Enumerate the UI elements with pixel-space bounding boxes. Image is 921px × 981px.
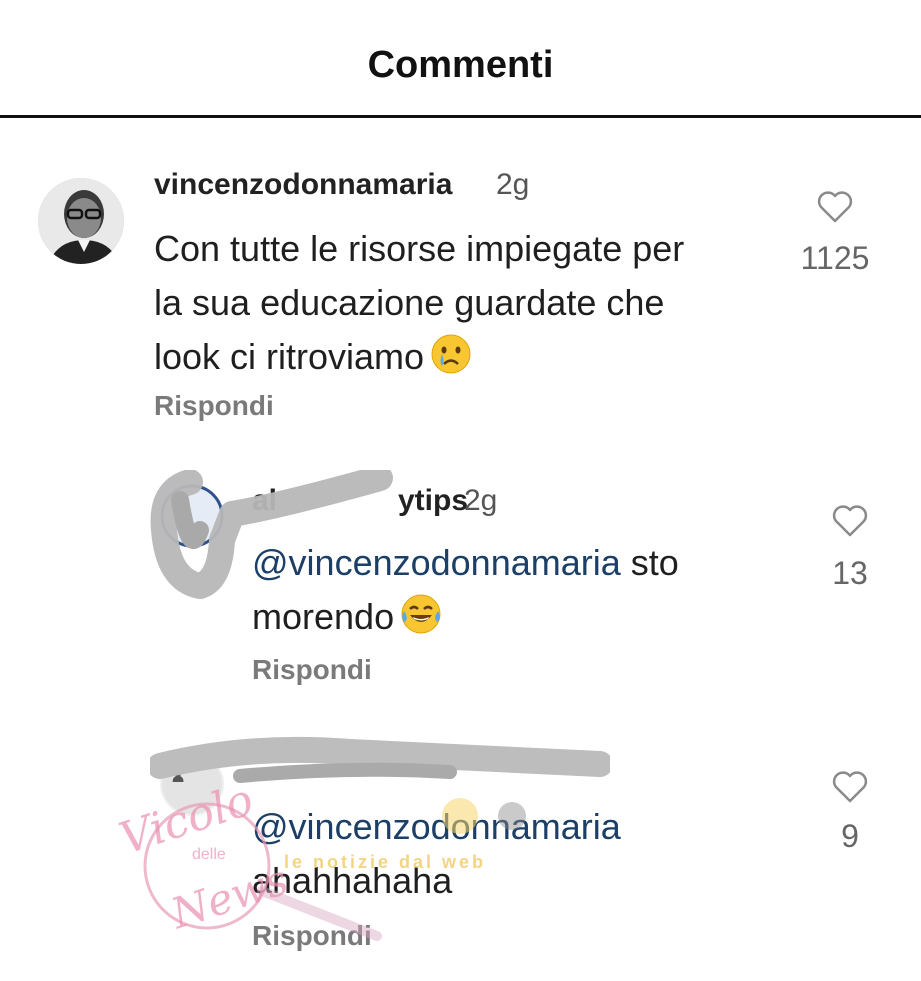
comments-header: Commenti [0, 0, 921, 118]
comment-username[interactable]: vincenzodonnamaria [154, 168, 452, 202]
avatar[interactable] [38, 178, 124, 264]
reply-button[interactable]: Rispondi [154, 390, 274, 422]
comment-text-line: la sua educazione guardate che [154, 282, 665, 323]
comment-text-line: Con tutte le risorse impiegate per [154, 228, 685, 269]
comment-text-line: look ci ritroviamo [154, 330, 684, 384]
watermark-subtitle: delle [192, 846, 226, 863]
heart-icon[interactable] [831, 504, 869, 538]
comment-text-line-content: look ci ritroviamo [154, 336, 425, 377]
redaction-scribble [150, 736, 610, 783]
like-count: 9 [841, 818, 859, 854]
tears-of-joy-face-icon [401, 594, 441, 634]
comment-text: @vincenzodonnamaria ahahhahaha [252, 800, 621, 908]
comment-text-line-content: morendo [252, 596, 395, 637]
reply-button[interactable]: Rispondi [252, 654, 372, 686]
comment-time: 2g [496, 168, 530, 201]
redaction-scribble [150, 470, 393, 599]
comment-time: 2g [464, 484, 498, 517]
crying-face-icon [431, 334, 471, 374]
like-count: 13 [832, 555, 868, 591]
comment-text: Con tutte le risorse impiegate per la su… [154, 222, 684, 384]
avatar-photo-icon [38, 178, 124, 264]
heart-icon[interactable] [816, 190, 854, 224]
heart-icon[interactable] [831, 770, 869, 804]
like-count: 1125 [800, 240, 870, 276]
comment-text-line: ahahhahaha [252, 860, 453, 901]
comment-username-tail: ytips [398, 484, 469, 517]
mention-link[interactable]: @vincenzodonnamaria [252, 806, 621, 847]
page-title: Commenti [367, 44, 554, 86]
comment-text-fragment: sto [620, 542, 679, 583]
reply-button[interactable]: Rispondi [252, 920, 372, 952]
comment-text-line: @vincenzodonnamaria [252, 800, 621, 854]
